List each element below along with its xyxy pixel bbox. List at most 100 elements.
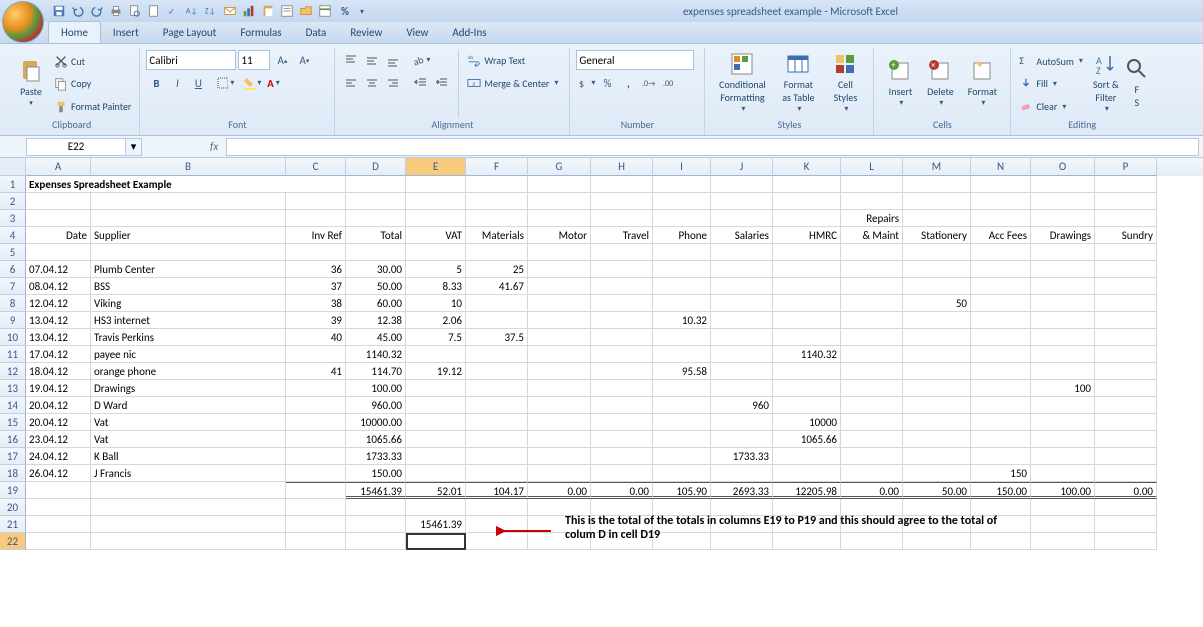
cell[interactable] <box>286 397 346 414</box>
paste-button[interactable]: Paste▾ <box>10 50 52 116</box>
office-button[interactable] <box>2 1 44 43</box>
cell[interactable] <box>1095 431 1157 448</box>
bold-button[interactable]: B <box>146 73 166 93</box>
cell[interactable] <box>653 380 711 397</box>
cell[interactable] <box>1031 210 1095 227</box>
cell[interactable] <box>653 397 711 414</box>
cell[interactable] <box>711 431 773 448</box>
format-as-table-button[interactable]: Format as Table <box>773 50 823 116</box>
cell[interactable] <box>711 329 773 346</box>
cell[interactable] <box>711 295 773 312</box>
cell[interactable]: 12.04.12 <box>26 295 91 312</box>
row-header-20[interactable]: 20 <box>0 499 26 516</box>
cell[interactable] <box>466 414 528 431</box>
cell[interactable] <box>711 380 773 397</box>
row-header-10[interactable]: 10 <box>0 329 26 346</box>
cell[interactable] <box>1095 363 1157 380</box>
cell[interactable] <box>91 210 286 227</box>
cell[interactable] <box>841 414 903 431</box>
cell[interactable] <box>466 380 528 397</box>
cell[interactable]: 37.5 <box>466 329 528 346</box>
cell[interactable]: Expenses Spreadsheet Example <box>26 176 346 193</box>
cell[interactable] <box>653 346 711 363</box>
tab-formulas[interactable]: Formulas <box>228 22 293 43</box>
cell[interactable] <box>1031 176 1095 193</box>
align-middle-icon[interactable] <box>362 50 382 70</box>
qat-more-icon[interactable] <box>358 4 372 18</box>
cell[interactable] <box>711 176 773 193</box>
row-header-13[interactable]: 13 <box>0 380 26 397</box>
cell[interactable] <box>528 295 591 312</box>
cell[interactable]: 60.00 <box>346 295 406 312</box>
cell[interactable]: 13.04.12 <box>26 312 91 329</box>
increase-indent-icon[interactable] <box>432 73 452 93</box>
cell[interactable] <box>406 465 466 482</box>
cell[interactable] <box>1031 533 1095 550</box>
fx-icon[interactable]: fx <box>210 140 218 153</box>
align-top-icon[interactable] <box>341 50 361 70</box>
cell[interactable] <box>528 244 591 261</box>
sort-filter-button[interactable]: AZSort & Filter <box>1085 50 1127 116</box>
cell[interactable] <box>1095 516 1157 533</box>
cell[interactable] <box>1031 363 1095 380</box>
font-size-select[interactable] <box>238 50 270 70</box>
cell[interactable] <box>591 448 653 465</box>
cell[interactable] <box>1031 448 1095 465</box>
cell[interactable] <box>1095 448 1157 465</box>
cell[interactable]: 100.00 <box>1031 482 1095 499</box>
col-header-I[interactable]: I <box>653 158 711 176</box>
row-header-17[interactable]: 17 <box>0 448 26 465</box>
name-box[interactable] <box>26 138 126 156</box>
cell[interactable] <box>971 244 1031 261</box>
cell[interactable]: J Francis <box>91 465 286 482</box>
cell[interactable]: 13.04.12 <box>26 329 91 346</box>
cell[interactable] <box>406 193 466 210</box>
cell[interactable] <box>773 465 841 482</box>
cell[interactable] <box>591 193 653 210</box>
merge-center-button[interactable]: aMerge & Center <box>465 73 560 93</box>
cell[interactable]: Drawings <box>1031 227 1095 244</box>
cell[interactable] <box>528 465 591 482</box>
col-header-J[interactable]: J <box>711 158 773 176</box>
cell[interactable]: 41.67 <box>466 278 528 295</box>
cell[interactable]: 26.04.12 <box>26 465 91 482</box>
cell[interactable] <box>406 244 466 261</box>
cell[interactable] <box>971 193 1031 210</box>
cell[interactable] <box>286 193 346 210</box>
cell[interactable] <box>466 210 528 227</box>
cell[interactable]: 104.17 <box>466 482 528 499</box>
format-cells-button[interactable]: Format <box>960 50 1004 116</box>
cell[interactable] <box>653 414 711 431</box>
cell[interactable]: 15461.39 <box>346 482 406 499</box>
cell[interactable] <box>841 176 903 193</box>
row-header-1[interactable]: 1 <box>0 176 26 193</box>
cell[interactable] <box>903 346 971 363</box>
cell[interactable] <box>653 465 711 482</box>
cell[interactable] <box>841 193 903 210</box>
cell[interactable] <box>591 380 653 397</box>
cell[interactable] <box>653 329 711 346</box>
cell[interactable] <box>591 397 653 414</box>
cell[interactable] <box>406 414 466 431</box>
cell[interactable] <box>971 414 1031 431</box>
cell[interactable] <box>773 380 841 397</box>
cell[interactable] <box>591 465 653 482</box>
open-icon[interactable] <box>299 4 313 18</box>
cell[interactable]: 07.04.12 <box>26 261 91 278</box>
cell[interactable] <box>286 516 346 533</box>
fill-color-button[interactable] <box>242 73 262 93</box>
cell[interactable] <box>841 329 903 346</box>
cell[interactable] <box>528 414 591 431</box>
cell[interactable] <box>286 465 346 482</box>
cell[interactable] <box>773 448 841 465</box>
cell[interactable]: Sundry <box>1095 227 1157 244</box>
new-icon[interactable] <box>147 4 161 18</box>
align-right-icon[interactable] <box>383 73 403 93</box>
cell[interactable]: Motor <box>528 227 591 244</box>
cell[interactable]: 52.01 <box>406 482 466 499</box>
cell[interactable] <box>903 448 971 465</box>
tab-home[interactable]: Home <box>48 21 101 43</box>
cell[interactable] <box>841 397 903 414</box>
cell[interactable] <box>406 346 466 363</box>
align-center-icon[interactable] <box>362 73 382 93</box>
